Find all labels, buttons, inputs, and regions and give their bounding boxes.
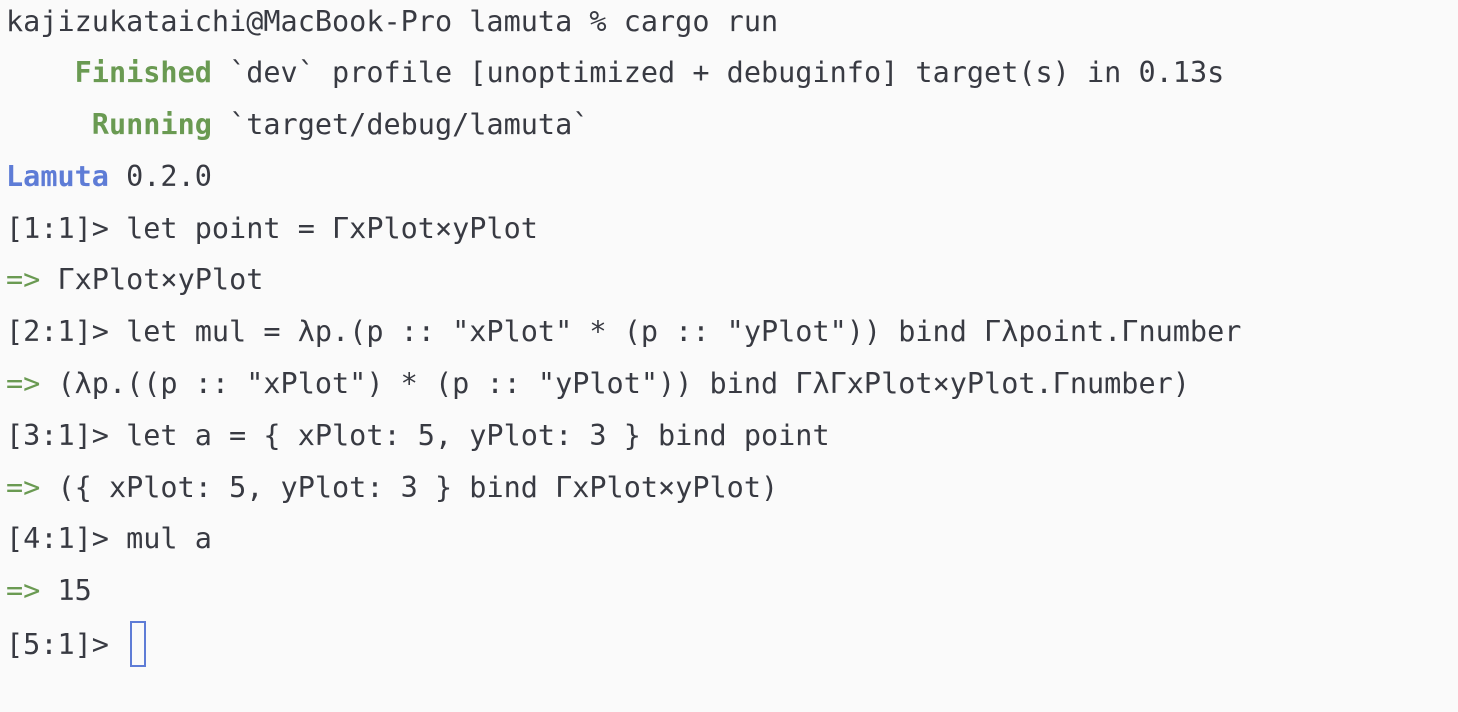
repl-output-line: => ΓxPlot×yPlot (6, 260, 263, 300)
repl-banner: Lamuta 0.2.0 (6, 157, 212, 197)
repl-prompt: [1:1]> (6, 212, 127, 245)
repl-input: let a = { xPlot: 5, yPlot: 3 } bind poin… (126, 419, 830, 452)
shell-command-line: kajizukataichi@MacBook-Pro lamuta % carg… (6, 2, 778, 42)
running-label: Running (91, 108, 212, 141)
output-arrow: => (6, 471, 41, 504)
repl-input: let mul = λp.(p :: "xPlot" * (p :: "yPlo… (126, 315, 1242, 348)
repl-input-line: [1:1]> let point = ΓxPlot×yPlot (6, 209, 538, 249)
repl-input-line: [2:1]> let mul = λp.(p :: "xPlot" * (p :… (6, 312, 1241, 352)
shell-command-text: kajizukataichi@MacBook-Pro lamuta % carg… (6, 5, 779, 38)
finished-text: `dev` profile [unoptimized + debuginfo] … (211, 56, 1225, 89)
repl-output-line: => (λp.((p :: "xPlot") * (p :: "yPlot"))… (6, 364, 1190, 404)
repl-output: ({ xPlot: 5, yPlot: 3 } bind ΓxPlot×yPlo… (40, 471, 779, 504)
repl-name: Lamuta (6, 160, 109, 193)
repl-input-line: [3:1]> let a = { xPlot: 5, yPlot: 3 } bi… (6, 416, 830, 456)
repl-output: ΓxPlot×yPlot (40, 263, 264, 296)
cargo-running-line: Running `target/debug/lamuta` (6, 105, 590, 145)
repl-version: 0.2.0 (108, 160, 212, 193)
repl-prompt: [4:1]> (6, 522, 127, 555)
output-arrow: => (6, 574, 41, 607)
repl-prompt: [3:1]> (6, 419, 127, 452)
repl-prompt: [2:1]> (6, 315, 127, 348)
repl-input: let point = ΓxPlot×yPlot (126, 212, 538, 245)
output-arrow: => (6, 263, 41, 296)
running-text: `target/debug/lamuta` (211, 108, 590, 141)
output-arrow: => (6, 367, 41, 400)
repl-output-line: => ({ xPlot: 5, yPlot: 3 } bind ΓxPlot×y… (6, 468, 778, 508)
repl-output-line: => 15 (6, 571, 92, 611)
finished-label: Finished (74, 56, 212, 89)
repl-input-line: [4:1]> mul a (6, 519, 212, 559)
text-cursor[interactable] (130, 621, 147, 667)
repl-current-line[interactable]: [5:1]> (6, 621, 147, 667)
repl-output: 15 (40, 574, 92, 607)
repl-input: mul a (126, 522, 212, 555)
terminal-window[interactable]: kajizukataichi@MacBook-Pro lamuta % carg… (0, 0, 1458, 712)
cargo-finished-line: Finished `dev` profile [unoptimized + de… (6, 53, 1225, 93)
repl-output: (λp.((p :: "xPlot") * (p :: "yPlot")) bi… (40, 367, 1190, 400)
repl-prompt: [5:1]> (6, 628, 127, 661)
